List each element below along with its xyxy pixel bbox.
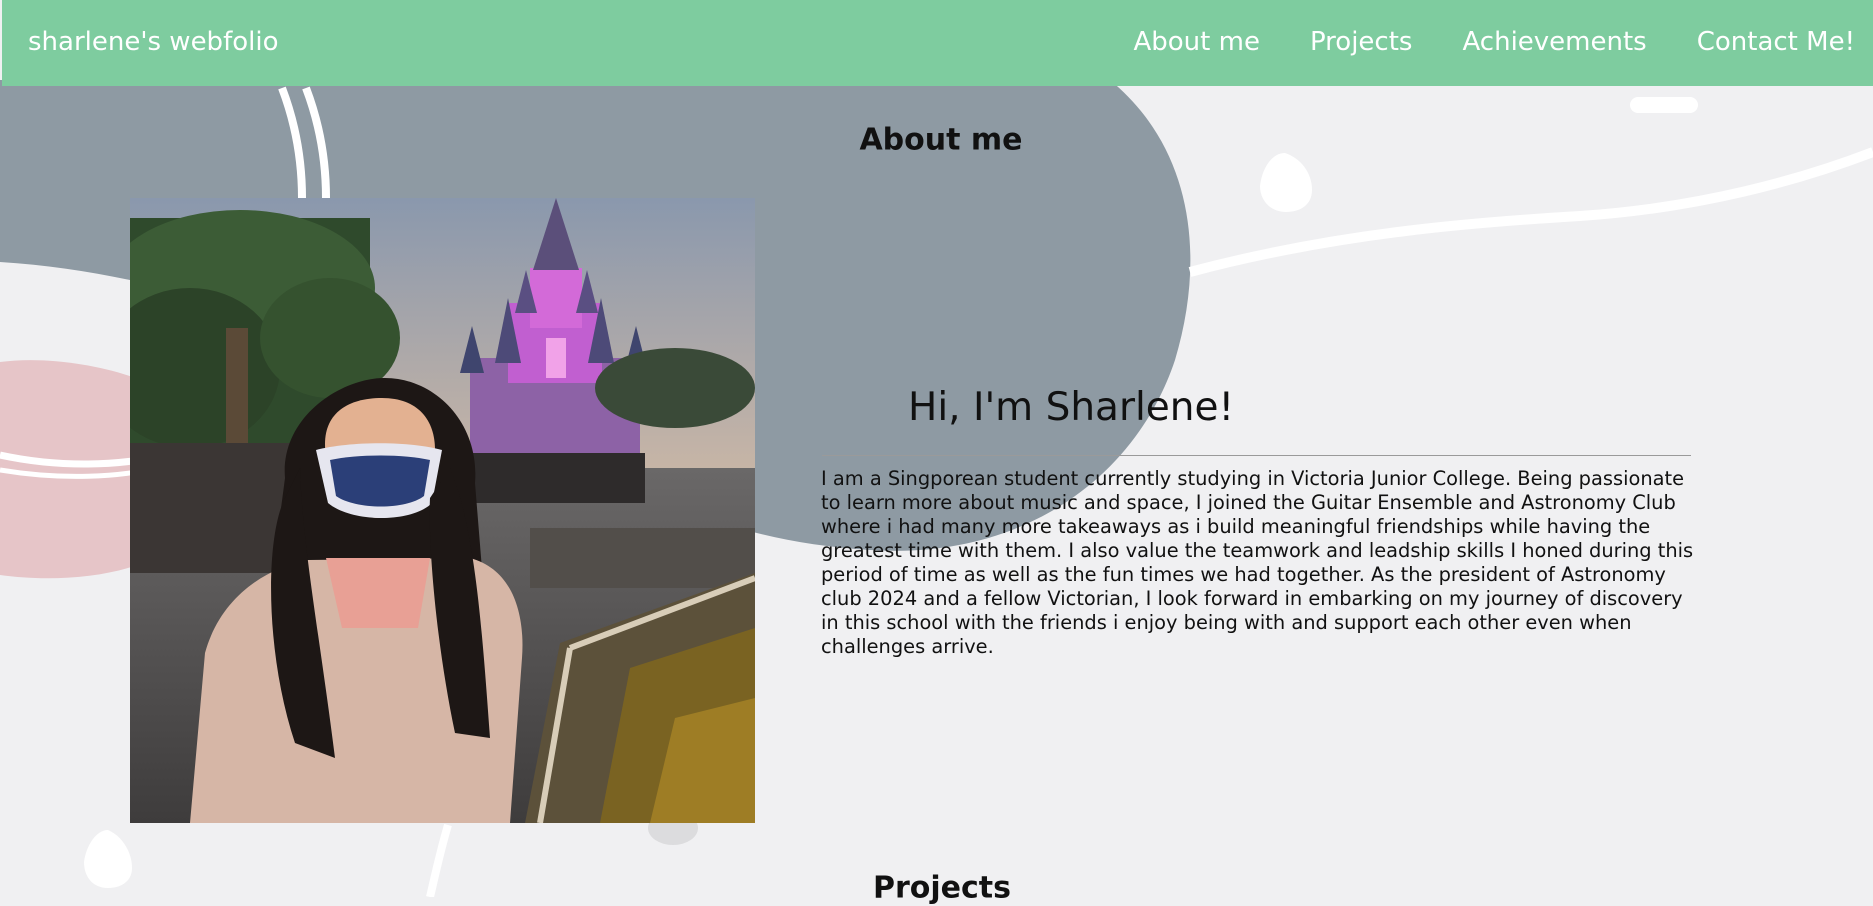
profile-photo (130, 198, 755, 823)
bio-paragraph: I am a Singporean student currently stud… (821, 467, 1694, 658)
nav-link-contact-me[interactable]: Contact Me! (1697, 27, 1855, 57)
nav-link-achievements[interactable]: Achievements (1462, 27, 1646, 57)
greeting-heading: Hi, I'm Sharlene! (908, 385, 1235, 430)
nav-link-about-me[interactable]: About me (1133, 27, 1259, 57)
top-navbar: sharlene's webfolio About me Projects Ac… (2, 0, 1873, 86)
about-heading: About me (859, 122, 1023, 158)
section-divider (822, 455, 1691, 456)
projects-heading: Projects (872, 870, 1012, 906)
nav-menu: About me Projects Achievements Contact M… (1133, 27, 1855, 57)
white-pill-shape (1630, 97, 1698, 113)
nav-link-projects[interactable]: Projects (1310, 27, 1413, 57)
brand-link[interactable]: sharlene's webfolio (28, 27, 278, 57)
